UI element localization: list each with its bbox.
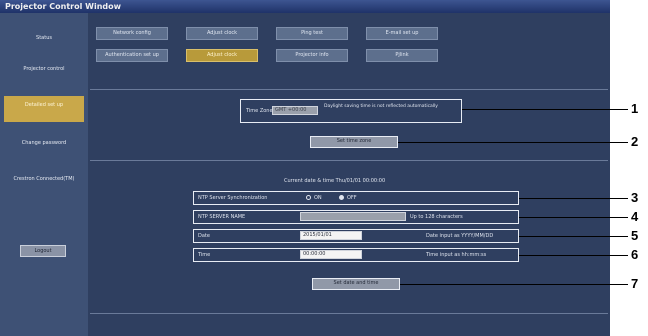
tab-ping-test[interactable]: Ping test — [276, 27, 348, 40]
current-date-time: Current date & time Thu/01/01 00:00:00 — [284, 178, 386, 184]
date-label: Date — [198, 233, 210, 239]
time-label: Time — [198, 252, 211, 258]
tab-adjust-clock-top[interactable]: Adjust clock — [186, 27, 258, 40]
callout-line-7 — [400, 284, 628, 285]
tab-pjlink[interactable]: Pjlink — [366, 49, 438, 62]
sidebar-item-crestron[interactable]: Crestron Connected(TM) — [4, 170, 84, 196]
callout-line-5 — [519, 236, 628, 237]
callout-4: 4 — [631, 209, 639, 224]
tab-email-setup[interactable]: E-mail set up — [366, 27, 438, 40]
time-zone-note: Daylight saving time is not reflected au… — [324, 104, 438, 109]
callout-1: 1 — [631, 101, 639, 116]
tab-network-config[interactable]: Network config — [96, 27, 168, 40]
set-time-zone-button[interactable]: Set time zone — [310, 136, 398, 148]
main-content: Network config Adjust clock Ping test E-… — [88, 13, 610, 336]
callout-6: 6 — [631, 247, 639, 262]
callout-5: 5 — [631, 228, 639, 243]
tab-authentication-setup[interactable]: Authentication set up — [96, 49, 168, 62]
window-title: Projector Control Window — [0, 0, 610, 13]
date-note: Date input as YYYY/MM/DD — [426, 233, 494, 239]
time-zone-label: Time Zone — [246, 108, 273, 114]
ntp-server-input[interactable] — [300, 212, 406, 221]
set-date-time-button[interactable]: Set date and time — [312, 278, 400, 290]
ntp-sync-label: NTP Server Synchronization — [198, 195, 268, 201]
time-zone-select[interactable]: GMT +00:00 — [272, 106, 318, 115]
sidebar: Status Projector control Detailed set up… — [0, 13, 88, 336]
callout-line-6 — [519, 255, 628, 256]
ntp-on-radio[interactable] — [306, 195, 311, 200]
tab-projector-info[interactable]: Projector info — [276, 49, 348, 62]
callout-line-4 — [519, 217, 628, 218]
callout-line-3 — [519, 198, 628, 199]
logout-button[interactable]: Logout — [20, 245, 66, 257]
sidebar-item-projector-control[interactable]: Projector control — [4, 60, 84, 86]
callout-2: 2 — [631, 134, 639, 149]
ntp-server-note: Up to 128 characters — [410, 214, 463, 220]
ntp-on-label: ON — [314, 195, 322, 201]
divider — [90, 89, 608, 90]
sidebar-item-change-password[interactable]: Change password — [4, 134, 84, 160]
ntp-off-radio[interactable] — [339, 195, 344, 200]
time-input[interactable]: 00:00:00 — [300, 250, 362, 259]
callout-line-2 — [398, 142, 628, 143]
callout-3: 3 — [631, 190, 639, 205]
ntp-server-label: NTP SERVER NAME — [198, 214, 246, 220]
divider — [90, 160, 608, 161]
screenshot-panel: Projector Control Window Status Projecto… — [0, 0, 610, 336]
callout-line-1 — [462, 109, 628, 110]
time-note: Time input as hh:mm:ss — [426, 252, 487, 258]
divider — [90, 313, 608, 314]
tab-adjust-clock[interactable]: Adjust clock — [186, 49, 258, 62]
sidebar-item-status[interactable]: Status — [4, 29, 84, 55]
sidebar-item-detailed-setup[interactable]: Detailed set up — [4, 96, 84, 122]
date-input[interactable]: 2015/01/01 — [300, 231, 362, 240]
callout-7: 7 — [631, 276, 639, 291]
ntp-off-label: OFF — [347, 195, 357, 201]
